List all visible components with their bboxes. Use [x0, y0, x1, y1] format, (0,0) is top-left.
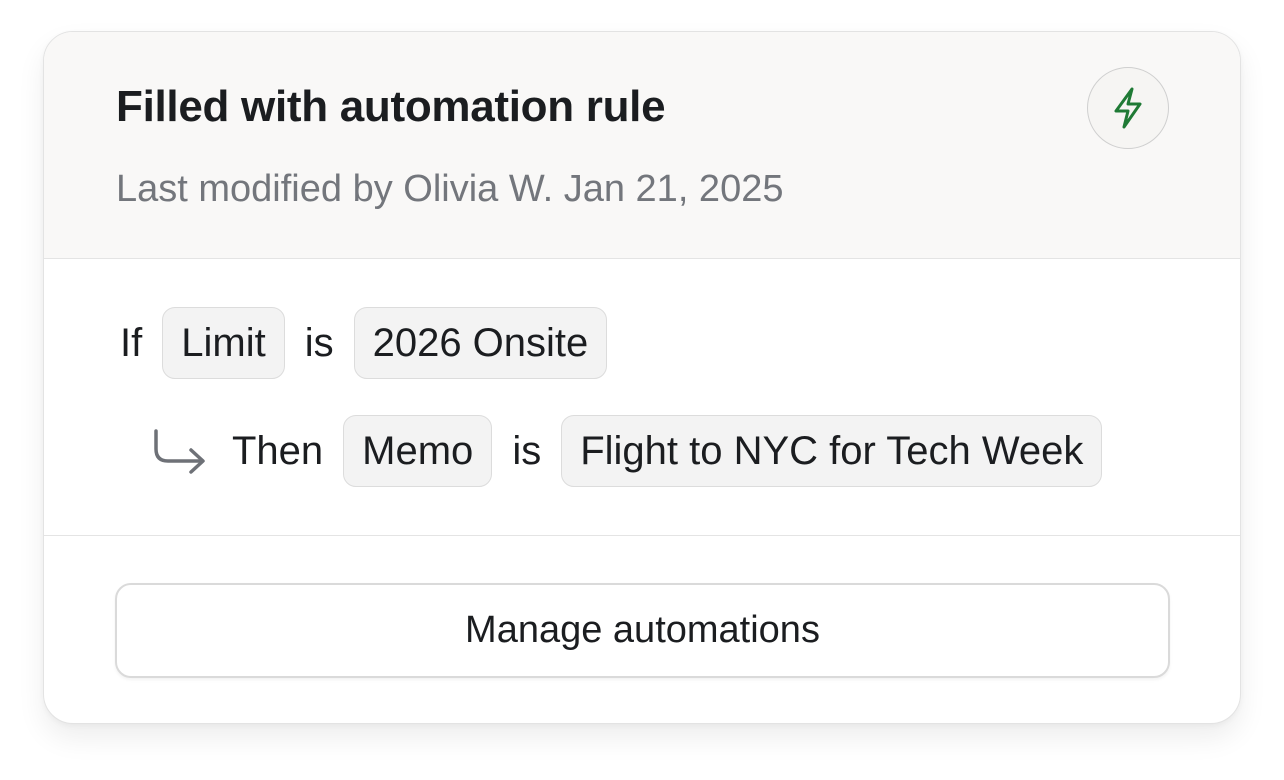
action-operator: is — [512, 428, 542, 473]
return-arrow-icon — [150, 427, 210, 475]
manage-automations-button[interactable]: Manage automations — [115, 583, 1170, 678]
if-keyword: If — [120, 320, 143, 365]
condition-value-chip[interactable]: 2026 Onsite — [353, 307, 608, 379]
lightning-bolt-icon — [1114, 87, 1142, 129]
rule-action-row: Then Memo is Flight to NYC for Tech Week — [150, 415, 1103, 487]
rule-body: If Limit is 2026 Onsite Then Memo is Fli… — [44, 258, 1240, 536]
automation-rule-card: Filled with automation rule Last modifie… — [43, 31, 1241, 724]
action-field-chip[interactable]: Memo — [343, 415, 493, 487]
automation-bolt-button[interactable] — [1087, 67, 1169, 149]
card-title: Filled with automation rule — [116, 82, 666, 131]
then-keyword: Then — [232, 428, 324, 473]
card-header: Filled with automation rule Last modifie… — [44, 32, 1240, 259]
condition-field-chip[interactable]: Limit — [162, 307, 285, 379]
last-modified-text: Last modified by Olivia W. Jan 21, 2025 — [116, 168, 784, 210]
action-value-chip[interactable]: Flight to NYC for Tech Week — [561, 415, 1103, 487]
condition-operator: is — [304, 320, 334, 365]
rule-condition-row: If Limit is 2026 Onsite — [120, 307, 608, 379]
